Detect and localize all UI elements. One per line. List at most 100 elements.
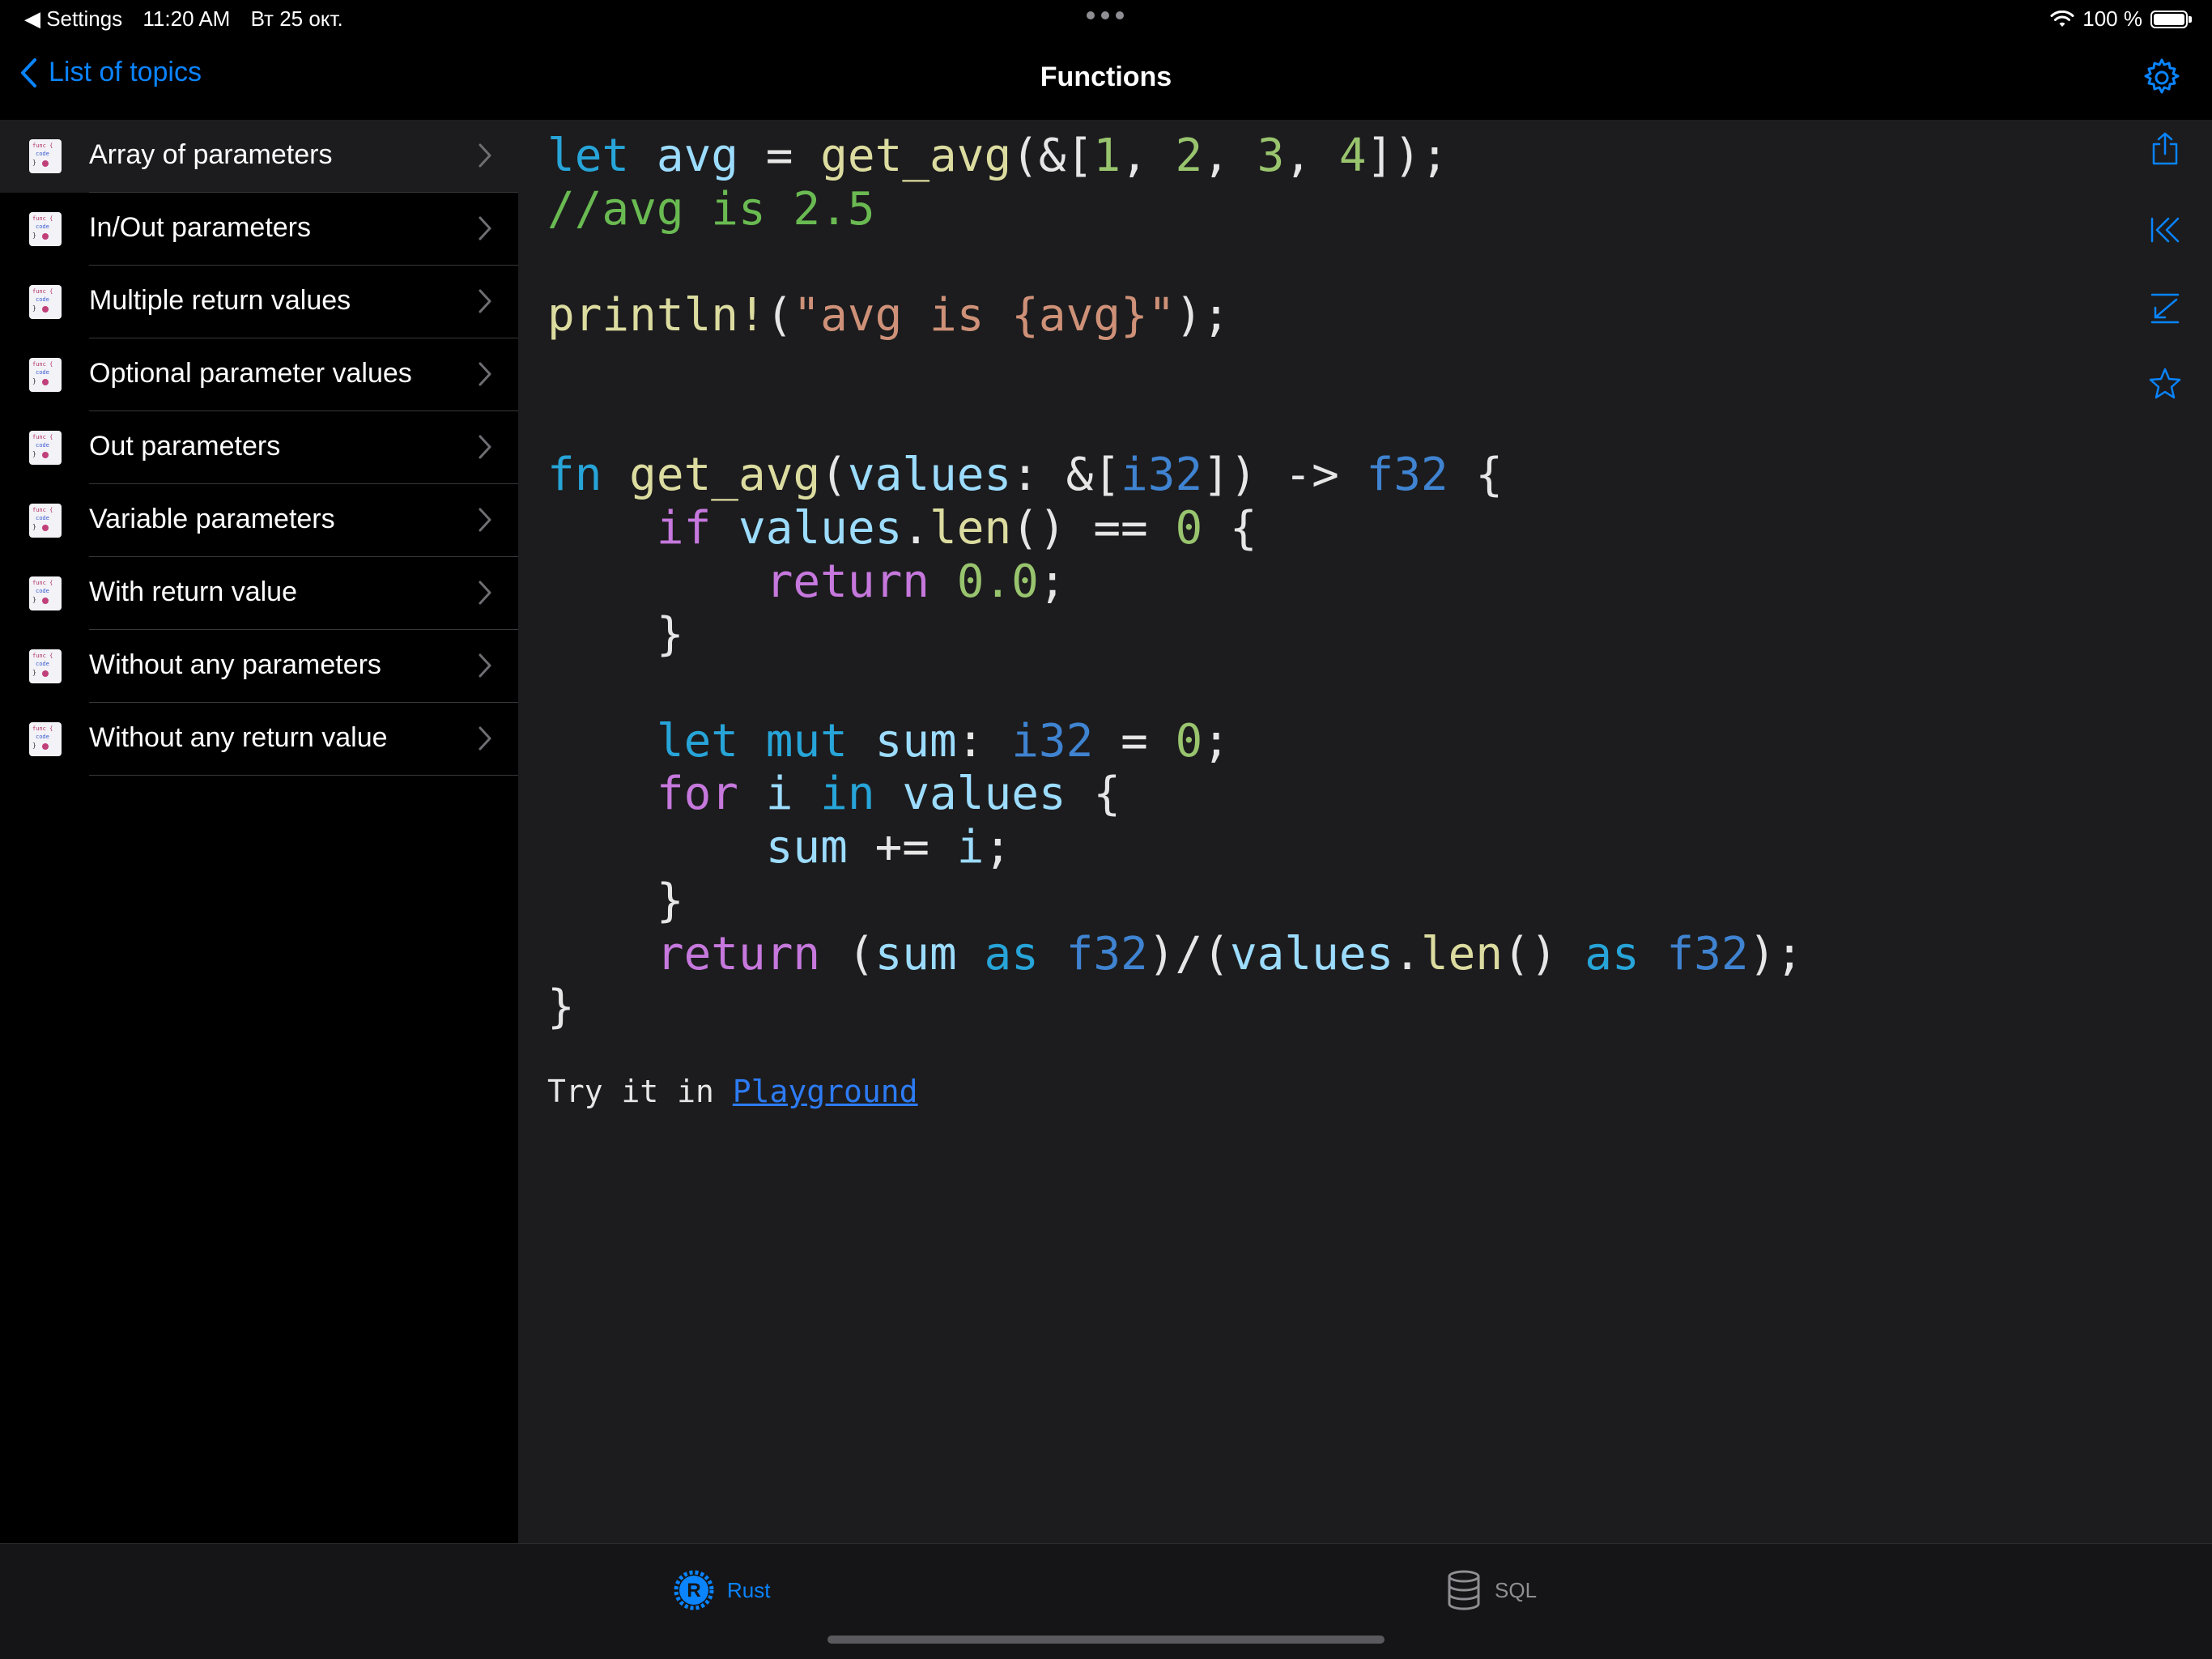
code-file-icon: func { code} [29,139,62,173]
svg-text:}: } [32,232,36,239]
code-file-icon: func { code} [29,576,62,610]
svg-text:}: } [32,159,36,166]
svg-text:func {: func { [32,653,53,659]
svg-text:}: } [32,523,36,530]
status-bar: ◀ Settings 11:20 AM Вт 25 окт. 100 % [0,0,2212,39]
svg-text:func {: func { [32,725,53,732]
first-page-icon[interactable] [2147,212,2183,248]
back-to-app[interactable]: ◀ Settings [24,6,122,31]
svg-text:code: code [36,151,49,157]
status-date: Вт 25 окт. [250,6,343,31]
chevron-right-icon [479,653,491,678]
collapse-icon[interactable] [2147,290,2183,325]
topic-row-label: Optional parameter values [89,358,412,389]
chevron-right-icon [479,362,491,386]
share-icon[interactable] [2147,131,2183,167]
try-it-line: Try it in Playground [547,1074,918,1109]
code-line: //avg is 2.5 [547,182,875,236]
code-line: let mut sum: i32 = 0; [656,714,1230,768]
code-line: return (sum as f32)/(values.len() as f32… [656,927,1804,981]
svg-text:func {: func { [32,215,53,222]
svg-text:code: code [36,661,49,667]
svg-text:func {: func { [32,434,53,440]
status-right: 100 % [2050,6,2192,32]
detail-pane: let avg = get_avg(&[1, 2, 3, 4]); //avg … [518,120,2212,1543]
svg-text:func {: func { [32,361,53,368]
topic-row-label: Array of parameters [89,139,333,170]
topic-row-label: Out parameters [89,431,281,462]
code-line: println!("avg is {avg}"); [547,289,1230,342]
topic-row[interactable]: func {code} In/Out parameters [0,193,518,266]
code-line: if values.len() == 0 { [656,501,1257,555]
star-icon[interactable] [2147,366,2183,402]
topic-row[interactable]: func {code} Out parameters [0,411,518,484]
topic-row-label: Multiple return values [89,285,351,316]
tab-sql[interactable]: SQL [1446,1570,1537,1610]
svg-text:func {: func { [32,507,53,513]
code-file-icon: func {code} [29,722,62,756]
chevron-right-icon [479,289,491,313]
code-line: } [547,608,684,661]
svg-text:code: code [36,223,49,230]
svg-text:code: code [36,369,49,376]
code-block: let avg = get_avg(&[1, 2, 3, 4]); //avg … [547,130,1803,1034]
svg-text:code: code [36,296,49,303]
code-line: let avg = get_avg(&[1, 2, 3, 4]); [547,130,1448,182]
topic-row[interactable]: func {code} Multiple return values [0,266,518,338]
gear-icon[interactable] [2141,57,2183,99]
code-file-icon: func {code} [29,431,62,465]
code-line: sum += i; [765,821,1012,874]
tab-rust[interactable]: R Rust [674,1570,770,1610]
chevron-right-icon [479,581,491,605]
battery-icon [2150,10,2192,28]
code-line: } [547,874,684,927]
row-separator [89,775,518,776]
code-line: return 0.0; [765,555,1066,608]
topic-row-label: Without any parameters [89,649,381,680]
topic-row[interactable]: func { code} Array of parameters [0,120,518,193]
status-left: ◀ Settings 11:20 AM Вт 25 окт. [24,6,358,32]
page-title: Functions [1040,62,1172,92]
code-file-icon: func {code} [29,285,62,319]
svg-text:}: } [32,377,36,385]
status-time: 11:20 AM [143,6,231,31]
home-indicator[interactable] [827,1636,1385,1644]
chevron-right-icon [479,726,491,751]
chevron-right-icon [479,508,491,532]
topic-list: func {code} Array of parameters func {code… [0,120,518,1543]
playground-link[interactable]: Playground [733,1074,918,1109]
svg-text:func {: func { [32,143,53,149]
multitasking-dots-icon[interactable] [1087,11,1124,19]
topic-row-label: In/Out parameters [89,212,312,243]
database-icon [1448,1570,1480,1610]
svg-text:}: } [32,742,36,749]
svg-text:}: } [32,304,36,312]
svg-text:}: } [32,669,36,676]
svg-text:func {: func { [32,580,53,586]
code-line: fn get_avg(values: &[i32]) -> f32 { [547,449,1504,502]
code-line: } [547,981,575,1034]
battery-percent: 100 % [2082,6,2142,31]
code-file-icon: func {code} [29,358,62,392]
svg-text:code: code [36,588,49,594]
topic-row-label: With return value [89,576,297,607]
topic-row[interactable]: func { code} With return value [0,557,518,630]
topic-row[interactable]: func { code} Variable parameters [0,484,518,557]
code-file-icon: func { code} [29,649,62,683]
svg-text:code: code [36,515,49,521]
tab-rust-label: Rust [727,1577,771,1602]
tab-sql-label: SQL [1495,1577,1538,1602]
chevron-right-icon [479,143,491,168]
wifi-icon [2050,10,2074,27]
svg-text:}: } [32,596,36,603]
navigation-bar: List of topics Functions [0,39,2212,120]
topic-row[interactable]: func {code} Optional parameter values [0,338,518,411]
topic-row[interactable]: func {code} Without any return value [0,703,518,776]
topic-row[interactable]: func { code} Without any parameters [0,630,518,703]
chevron-right-icon [479,435,491,459]
topic-row-label: Variable parameters [89,504,335,534]
battery-level [2154,13,2184,25]
chevron-right-icon [479,216,491,240]
svg-text:code: code [36,442,49,449]
code-line: for i in values { [656,768,1121,821]
